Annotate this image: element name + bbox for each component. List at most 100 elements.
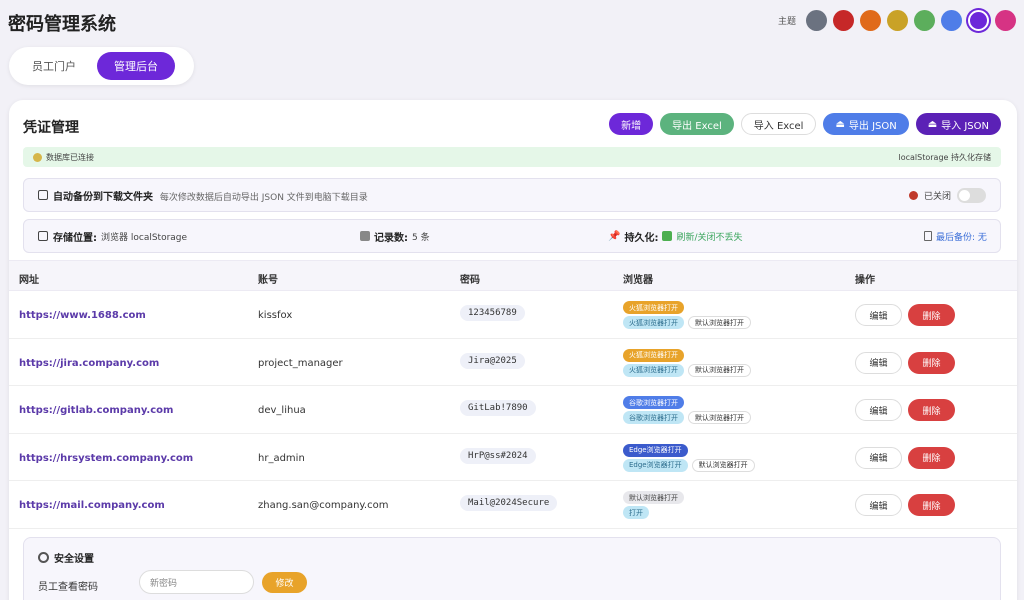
browser-cell: 默认浏览器打开 打开 xyxy=(623,491,684,519)
theme-swatch-blue[interactable] xyxy=(941,10,962,31)
table-row: https://hrsystem.company.com hr_admin Hr… xyxy=(9,434,1017,481)
portal-toggle: 员工门户 管理后台 xyxy=(9,47,194,85)
edit-button[interactable]: 编辑 xyxy=(855,304,902,326)
url-link[interactable]: https://jira.company.com xyxy=(19,358,159,369)
theme-swatch-gray[interactable] xyxy=(806,10,827,31)
edit-button[interactable]: 编辑 xyxy=(855,494,902,516)
url-link[interactable]: https://hrsystem.company.com xyxy=(19,453,193,464)
toolbar: 新增 导出 Excel 导入 Excel ⏏ 导出 JSON ⏏ 导入 JSON xyxy=(609,113,1001,135)
tab-admin-console[interactable]: 管理后台 xyxy=(97,52,175,80)
theme-picker: 主题 xyxy=(778,10,1016,31)
account-cell: hr_admin xyxy=(258,452,305,464)
persist-value: 刷新/关闭不丢失 xyxy=(676,232,743,243)
db-status-text: 数据库已连接 xyxy=(46,152,94,162)
open-chrome-alt-button[interactable]: 谷歌浏览器打开 xyxy=(623,411,684,424)
col-url: 网址 xyxy=(19,275,39,286)
credential-table: 网址 账号 密码 浏览器 操作 https://www.1688.com kis… xyxy=(9,260,1017,529)
tab-employee-portal[interactable]: 员工门户 xyxy=(15,52,93,80)
status-dot-icon xyxy=(33,152,42,162)
col-account: 账号 xyxy=(258,275,278,286)
export-excel-button[interactable]: 导出 Excel xyxy=(660,113,734,135)
persist-label: 持久化: xyxy=(624,232,659,244)
password-pill: Jira@2025 xyxy=(460,352,525,369)
storage-mode-text: localStorage 持久化存储 xyxy=(898,152,991,162)
disk-icon xyxy=(38,231,48,241)
edit-button[interactable]: 编辑 xyxy=(855,351,902,374)
table-row: https://jira.company.com project_manager… xyxy=(9,339,1017,386)
account-cell: project_manager xyxy=(258,357,343,369)
open-default-browser-button[interactable]: 默认浏览器打开 xyxy=(688,411,751,424)
backup-desc: 每次修改数据后自动导出 JSON 文件到电脑下载目录 xyxy=(159,192,368,203)
url-link[interactable]: https://mail.company.com xyxy=(19,500,165,511)
row-actions: 编辑 删除 xyxy=(855,494,955,516)
theme-swatch-pink[interactable] xyxy=(995,10,1016,31)
col-actions: 操作 xyxy=(855,275,875,286)
table-row: https://www.1688.com kissfox 123456789 火… xyxy=(9,291,1017,339)
url-link[interactable]: https://gitlab.company.com xyxy=(19,405,173,416)
clipboard-icon xyxy=(924,231,932,241)
card-title: 凭证管理 xyxy=(23,120,79,136)
pin-icon: 📌 xyxy=(608,230,621,242)
backup-status: 已关闭 xyxy=(923,191,951,202)
delete-button[interactable]: 删除 xyxy=(908,351,955,374)
backup-toggle[interactable] xyxy=(957,187,986,203)
delete-button[interactable]: 删除 xyxy=(908,304,955,326)
upload-icon: ⏏ xyxy=(835,118,845,130)
open-edge-button[interactable]: Edge浏览器打开 xyxy=(623,443,688,457)
backup-title: 自动备份到下载文件夹 xyxy=(53,191,153,203)
theme-swatch-purple[interactable] xyxy=(968,10,989,31)
add-button[interactable]: 新增 xyxy=(609,113,654,135)
record-count-label: 记录数: xyxy=(374,232,408,244)
storage-location-value: 浏览器 localStorage xyxy=(101,232,188,243)
theme-swatch-green[interactable] xyxy=(914,10,935,31)
col-password: 密码 xyxy=(460,275,480,286)
export-json-label: 导出 JSON xyxy=(848,120,897,132)
table-row: https://gitlab.company.com dev_lihua Git… xyxy=(9,386,1017,434)
import-excel-button[interactable]: 导入 Excel xyxy=(740,113,817,135)
theme-swatch-orange[interactable] xyxy=(860,10,881,31)
employee-password-label: 员工查看密码 xyxy=(38,582,98,593)
open-edge-alt-button[interactable]: Edge浏览器打开 xyxy=(623,458,688,472)
account-cell: dev_lihua xyxy=(258,405,306,416)
auto-backup-panel: 自动备份到下载文件夹 每次修改数据后自动导出 JSON 文件到电脑下载目录 已关… xyxy=(23,178,1001,212)
import-json-label: 导入 JSON xyxy=(941,120,989,132)
delete-button[interactable]: 删除 xyxy=(908,494,955,516)
delete-button[interactable]: 删除 xyxy=(908,399,955,421)
security-title-text: 安全设置 xyxy=(54,554,94,565)
open-default-browser-button[interactable]: 默认浏览器打开 xyxy=(688,363,751,377)
open-firefox-button[interactable]: 火狐浏览器打开 xyxy=(623,348,684,362)
open-firefox-alt-button[interactable]: 火狐浏览器打开 xyxy=(623,316,684,329)
url-link[interactable]: https://www.1688.com xyxy=(19,310,146,321)
theme-label: 主题 xyxy=(777,17,796,27)
gear-icon xyxy=(38,552,49,563)
edit-button[interactable]: 编辑 xyxy=(855,446,902,469)
upload-icon: ⏏ xyxy=(927,118,938,130)
open-button[interactable]: 打开 xyxy=(623,506,649,519)
security-settings-panel: 安全设置 员工查看密码 新密码 修改 xyxy=(23,537,1001,600)
export-json-button[interactable]: ⏏ 导出 JSON xyxy=(823,113,909,135)
import-json-button[interactable]: ⏏ 导入 JSON xyxy=(915,113,1001,135)
open-default-browser-button[interactable]: 默认浏览器打开 xyxy=(623,491,684,504)
open-default-browser-button[interactable]: 默认浏览器打开 xyxy=(691,458,755,472)
theme-swatch-gold[interactable] xyxy=(887,10,908,31)
open-firefox-alt-button[interactable]: 火狐浏览器打开 xyxy=(623,363,684,377)
modify-button[interactable]: 修改 xyxy=(262,572,307,593)
delete-button[interactable]: 删除 xyxy=(908,446,955,469)
browser-cell: 谷歌浏览器打开 谷歌浏览器打开 默认浏览器打开 xyxy=(623,396,751,424)
open-chrome-button[interactable]: 谷歌浏览器打开 xyxy=(623,396,684,409)
table-row: https://mail.company.com zhang.san@compa… xyxy=(9,481,1017,529)
edit-button[interactable]: 编辑 xyxy=(855,399,902,421)
credential-card: 凭证管理 新增 导出 Excel 导入 Excel ⏏ 导出 JSON ⏏ 导入 J… xyxy=(9,100,1017,600)
chart-icon xyxy=(360,231,370,241)
storage-location-label: 存储位置: xyxy=(53,232,97,244)
open-firefox-button[interactable]: 火狐浏览器打开 xyxy=(623,301,684,314)
new-password-input[interactable]: 新密码 xyxy=(139,570,254,594)
theme-swatch-red[interactable] xyxy=(833,10,854,31)
disabled-icon xyxy=(908,190,918,200)
password-pill: 123456789 xyxy=(460,305,525,321)
open-default-browser-button[interactable]: 默认浏览器打开 xyxy=(688,316,751,329)
row-actions: 编辑 删除 xyxy=(855,351,955,374)
col-browser: 浏览器 xyxy=(623,275,653,286)
table-header: 网址 账号 密码 浏览器 操作 xyxy=(9,260,1017,291)
password-pill: Mail@2024Secure xyxy=(460,495,558,511)
